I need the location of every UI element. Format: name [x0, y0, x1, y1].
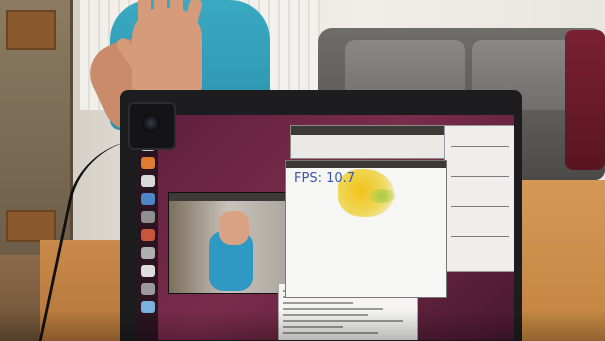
launcher-icon [141, 229, 155, 241]
graph-line [451, 176, 509, 177]
finger [154, 0, 167, 28]
graph-line [451, 146, 509, 147]
fps-window: FPS: 10.7 [285, 160, 447, 298]
red-chair [565, 30, 605, 170]
bottom-shadow [0, 310, 605, 341]
fps-readout: FPS: 10.7 [294, 171, 356, 186]
external-webcam [128, 102, 176, 150]
launcher-icon [141, 265, 155, 277]
launcher-icon [141, 283, 155, 295]
terminal-line [283, 302, 353, 304]
photo-scene: FPS: 10.7 [0, 0, 605, 341]
graph-line [451, 236, 509, 237]
launcher-icon [141, 211, 155, 223]
launcher-icon [141, 193, 155, 205]
graph-window [444, 125, 514, 272]
launcher-icon [141, 157, 155, 169]
finger [170, 0, 183, 28]
finger [138, 0, 151, 32]
webcam-lens [142, 114, 160, 132]
preview-hand [219, 211, 249, 245]
launcher-icon [141, 247, 155, 259]
graph-line [451, 206, 509, 207]
hand-detection-highlight [368, 189, 396, 203]
launcher-icon [141, 175, 155, 187]
window-titlebar [286, 161, 446, 168]
shelf-box [6, 10, 56, 50]
laptop-screen: FPS: 10.7 [138, 115, 514, 340]
bookshelf [0, 0, 73, 260]
shelf-box [6, 210, 56, 242]
